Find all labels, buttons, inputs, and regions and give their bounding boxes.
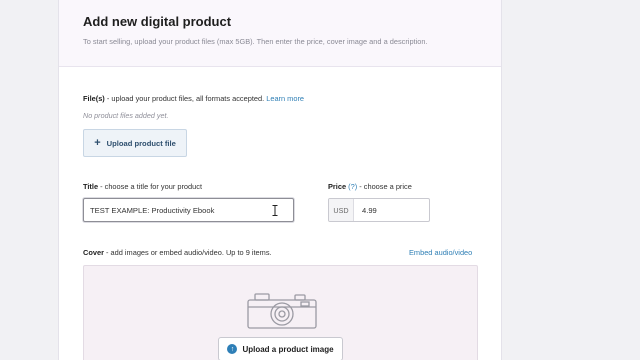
embed-audio-video-link[interactable]: Embed audio/video <box>409 248 472 257</box>
upload-product-image-button[interactable]: ↑ Upload a product image <box>218 337 343 360</box>
cover-label-bold: Cover <box>83 248 104 257</box>
files-label: File(s) - upload your product files, all… <box>83 94 304 103</box>
upload-arrow-icon: ↑ <box>227 344 238 354</box>
files-empty-text: No product files added yet. <box>83 111 169 120</box>
learn-more-link[interactable]: Learn more <box>266 94 304 103</box>
upload-product-file-button[interactable]: + Upload product file <box>83 129 187 157</box>
cover-label: Cover - add images or embed audio/video.… <box>83 248 272 257</box>
files-label-text: - upload your product files, all formats… <box>104 94 267 103</box>
currency-badge: USD <box>329 199 354 221</box>
price-label-bold: Price <box>328 182 347 191</box>
price-label: Price (?) - choose a price <box>328 182 412 191</box>
form-header: Add new digital product To start selling… <box>59 0 501 67</box>
page-subtitle: To start selling, upload your product fi… <box>83 37 428 46</box>
price-input-group[interactable]: USD 4.99 <box>328 198 430 222</box>
cover-label-text: - add images or embed audio/video. Up to… <box>103 248 272 257</box>
price-help-link[interactable]: (?) <box>348 182 357 191</box>
text-cursor-icon <box>272 205 278 216</box>
price-label-text: - choose a price <box>357 182 412 191</box>
upload-product-file-label: Upload product file <box>106 138 176 148</box>
title-label: Title - choose a title for your product <box>83 182 202 191</box>
title-input[interactable]: TEST EXAMPLE: Productivity Ebook <box>83 198 294 222</box>
page-title: Add new digital product <box>83 14 232 29</box>
title-label-bold: Title <box>83 182 99 191</box>
plus-icon: + <box>94 136 101 149</box>
product-form-panel: Add new digital product To start selling… <box>58 0 502 360</box>
price-input[interactable]: 4.99 <box>354 199 429 221</box>
title-label-text: - choose a title for your product <box>98 182 202 191</box>
upload-product-image-label: Upload a product image <box>242 344 334 354</box>
title-input-value: TEST EXAMPLE: Productivity Ebook <box>90 205 215 215</box>
camera-icon <box>247 293 317 329</box>
files-label-bold: File(s) <box>83 94 105 103</box>
